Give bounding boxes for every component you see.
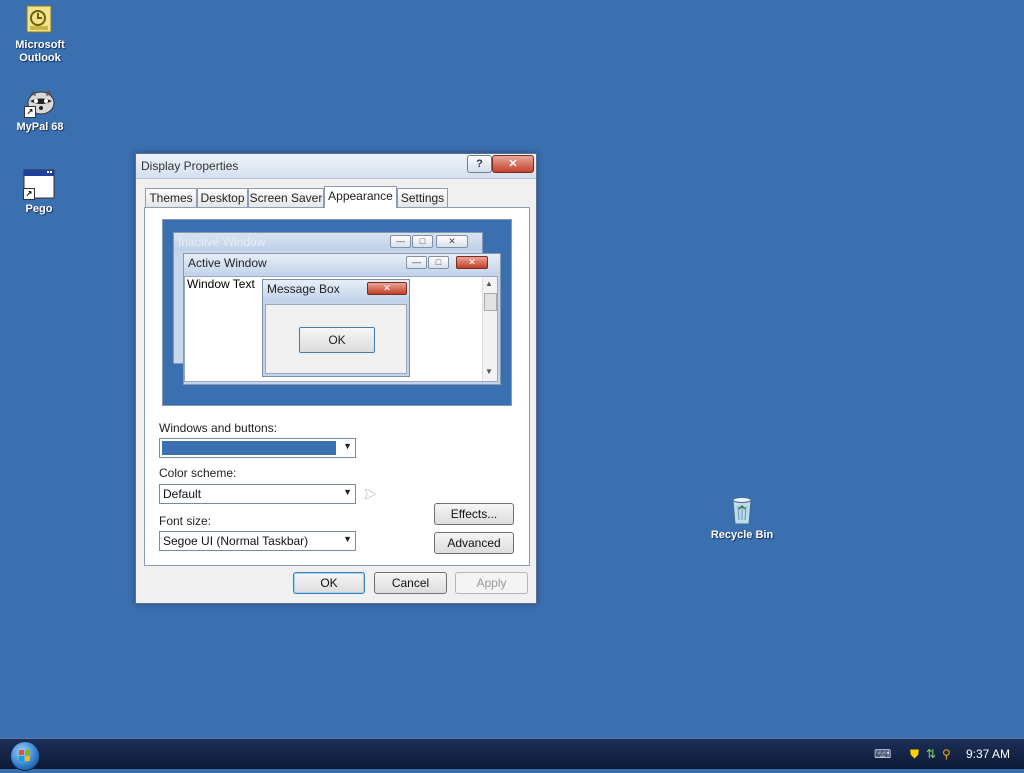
scroll-up-icon: ▲ <box>485 279 493 288</box>
help-button[interactable]: ? <box>467 155 492 173</box>
shortcut-arrow-icon: ↗ <box>24 106 36 118</box>
tab-screen-saver[interactable]: Screen Saver <box>248 188 324 207</box>
cancel-button[interactable]: Cancel <box>374 572 447 594</box>
recycle-bin-icon <box>726 494 758 526</box>
appearance-panel: Inactive Window — □ ✕ Active Window — □ … <box>144 207 530 566</box>
dialog-title: Display Properties <box>141 159 239 173</box>
chevron-down-icon: ▼ <box>343 534 352 544</box>
preview-window-text: Window Text <box>187 277 255 291</box>
search-icon[interactable]: ⚲ <box>942 747 951 761</box>
apply-button[interactable]: Apply <box>455 572 528 594</box>
mouse-cursor-icon: ➤ <box>363 486 377 503</box>
taskbar: ⌨ ⛊ ⇅ ⚲ 9:37 AM <box>0 738 1024 771</box>
scroll-down-icon: ▼ <box>485 367 493 376</box>
shortcut-arrow-icon: ↗ <box>23 188 35 200</box>
desktop-icon-outlook[interactable]: Microsoft Outlook <box>0 4 80 65</box>
font-size-label: Font size: <box>159 514 212 528</box>
scroll-thumb <box>484 293 497 311</box>
security-shield-icon[interactable]: ⛊ <box>910 747 919 762</box>
windows-logo-icon <box>19 750 30 761</box>
font-size-select[interactable]: Segoe UI (Normal Taskbar) ▼ <box>159 531 356 551</box>
desktop-icon-label: Pego <box>25 203 53 215</box>
font-size-value: Segoe UI (Normal Taskbar) <box>163 534 309 548</box>
window-app-icon: ↗ <box>23 168 55 200</box>
maximize-icon: □ <box>428 256 449 269</box>
tab-themes[interactable]: Themes <box>145 188 197 207</box>
close-icon: ✕ <box>436 235 468 248</box>
appearance-preview: Inactive Window — □ ✕ Active Window — □ … <box>162 219 512 406</box>
tab-desktop[interactable]: Desktop <box>197 188 248 207</box>
system-tray: ⌨ ⛊ ⇅ ⚲ 9:37 AM <box>864 739 1024 769</box>
desktop-icon-mypal[interactable]: ↗ MyPal 68 <box>0 86 80 134</box>
ok-button[interactable]: OK <box>293 572 365 594</box>
windows-and-buttons-label: Windows and buttons: <box>159 421 278 435</box>
start-button[interactable] <box>10 741 40 771</box>
chevron-down-icon: ▼ <box>343 487 352 497</box>
close-icon: ✕ <box>456 256 488 269</box>
dialog-titlebar[interactable]: Display Properties ? ✕ <box>136 154 536 179</box>
color-scheme-label: Color scheme: <box>159 466 237 480</box>
desktop-icon-label: Microsoft <box>15 39 65 51</box>
raccoon-icon: ↗ <box>24 86 56 118</box>
desktop-icon-label: Recycle Bin <box>710 529 774 541</box>
preview-scrollbar: ▲ ▼ <box>482 277 497 381</box>
desktop-icon-recycle-bin[interactable]: Recycle Bin <box>702 494 782 542</box>
advanced-button[interactable]: Advanced <box>434 532 514 554</box>
taskbar-clock[interactable]: 9:37 AM <box>966 747 1010 761</box>
windows-and-buttons-select[interactable]: ▼ <box>159 438 356 458</box>
minimize-icon: — <box>406 256 427 269</box>
close-icon: ✕ <box>367 282 407 295</box>
desktop-icon-label: Outlook <box>19 52 61 64</box>
color-scheme-value: Default <box>163 487 202 501</box>
close-button[interactable]: ✕ <box>492 155 534 173</box>
keyboard-icon[interactable]: ⌨ <box>874 747 891 761</box>
effects-button[interactable]: Effects... <box>434 503 514 525</box>
chevron-down-icon: ▼ <box>343 441 352 451</box>
tab-settings[interactable]: Settings <box>397 188 448 207</box>
network-icon[interactable]: ⇅ <box>926 747 936 761</box>
color-swatch <box>162 441 336 455</box>
preview-message-box-body: OK <box>265 304 407 374</box>
preview-active-window: Active Window — □ ✕ Window Text ▲ ▼ Mess… <box>183 253 501 385</box>
color-scheme-select[interactable]: Default ▼ <box>159 484 356 504</box>
desktop-icon-pego[interactable]: ↗ Pego <box>0 168 79 216</box>
tab-appearance[interactable]: Appearance <box>324 186 397 208</box>
display-properties-dialog: Display Properties ? ✕ Themes Desktop Sc… <box>135 153 537 604</box>
preview-ok-button: OK <box>299 327 375 353</box>
preview-message-box: Message Box ✕ OK <box>262 279 410 377</box>
desktop-icon-label: MyPal 68 <box>16 121 64 133</box>
minimize-icon: — <box>390 235 411 248</box>
maximize-icon: □ <box>412 235 433 248</box>
outlook-icon <box>24 4 56 36</box>
preview-active-title: Active Window <box>184 254 500 272</box>
